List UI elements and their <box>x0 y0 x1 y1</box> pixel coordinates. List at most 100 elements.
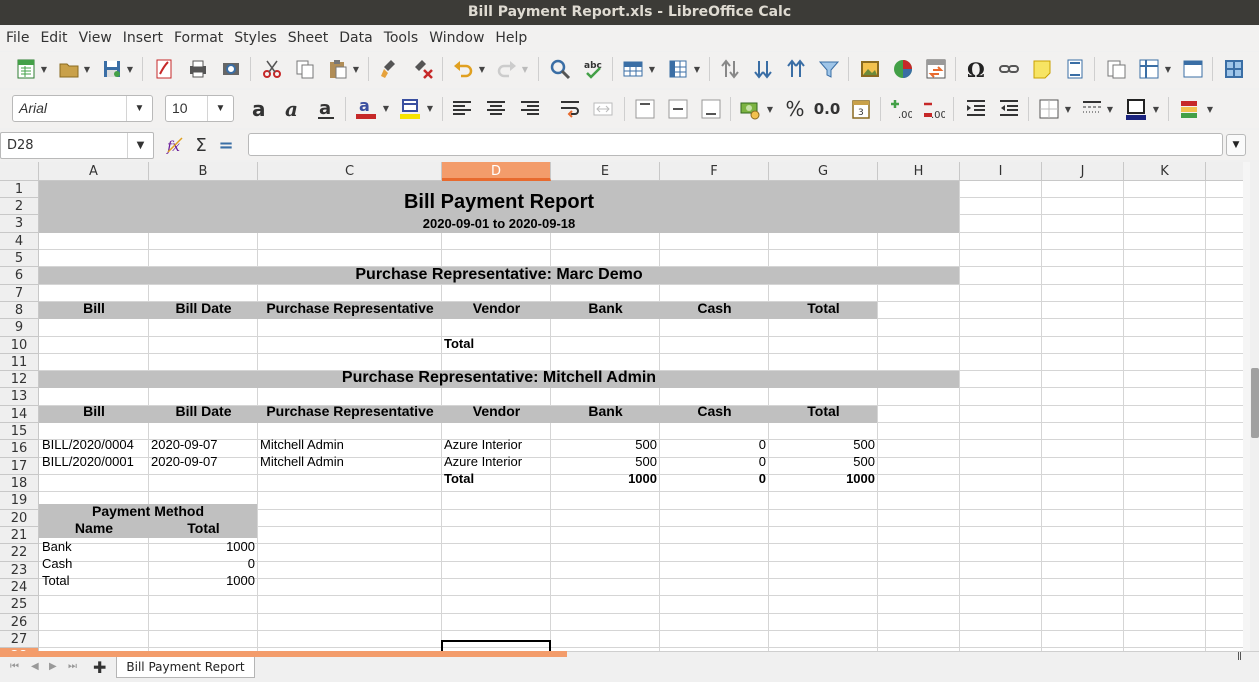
decrease-indent-icon[interactable] <box>997 97 1021 121</box>
sort-icon[interactable] <box>718 57 742 81</box>
column-header-d[interactable]: D <box>442 162 551 181</box>
vertical-scrollbar[interactable] <box>1243 162 1250 651</box>
column-header-e[interactable]: E <box>551 162 660 181</box>
pivot-table-icon[interactable] <box>924 57 948 81</box>
print-preview-icon[interactable] <box>219 57 243 81</box>
row-dropdown-icon[interactable]: ▼ <box>648 57 656 81</box>
borders-icon[interactable] <box>1037 97 1061 121</box>
row-header[interactable]: 3 <box>0 215 39 233</box>
sort-descending-icon[interactable] <box>751 57 775 81</box>
column-header-k[interactable]: K <box>1124 162 1206 181</box>
row-header[interactable]: 9 <box>0 319 39 337</box>
date-format-icon[interactable]: 3 <box>849 97 873 121</box>
row-header[interactable]: 21 <box>0 527 39 544</box>
row-header[interactable]: 1 <box>0 181 39 198</box>
last-sheet-icon[interactable]: ⏭ <box>68 661 77 672</box>
new-spreadsheet-icon[interactable] <box>14 57 38 81</box>
menu-view[interactable]: View <box>75 26 119 51</box>
column-header-b[interactable]: B <box>149 162 258 181</box>
row-header[interactable]: 26 <box>0 614 39 631</box>
percent-format-button[interactable]: % <box>783 97 807 121</box>
sidebar-icon[interactable] <box>1222 57 1246 81</box>
vertical-scrollbar-thumb[interactable] <box>1251 368 1259 438</box>
bold-icon[interactable]: a <box>248 97 272 121</box>
add-decimal-icon[interactable]: .00 <box>889 97 913 121</box>
column-header-a[interactable]: A <box>39 162 149 181</box>
row-header[interactable]: 7 <box>0 285 39 302</box>
horizontal-scrollbar-thumb[interactable] <box>0 651 567 657</box>
redo-dropdown-icon[interactable]: ▼ <box>521 57 529 81</box>
align-left-icon[interactable] <box>450 97 474 121</box>
menu-edit[interactable]: Edit <box>36 26 74 51</box>
new-dropdown-icon[interactable]: ▼ <box>40 57 48 81</box>
column-header-g[interactable]: G <box>769 162 878 181</box>
align-middle-icon[interactable] <box>666 97 690 121</box>
column-dropdown-icon[interactable]: ▼ <box>693 57 701 81</box>
open-folder-icon[interactable] <box>57 57 81 81</box>
row-header[interactable]: 20 <box>0 510 39 527</box>
align-top-icon[interactable] <box>633 97 657 121</box>
menu-data[interactable]: Data <box>335 26 379 51</box>
insert-image-icon[interactable] <box>858 57 882 81</box>
row-header[interactable]: 14 <box>0 406 39 423</box>
cut-icon[interactable] <box>260 57 284 81</box>
highlight-dropdown-icon[interactable]: ▼ <box>426 96 434 120</box>
freeze-rows-columns-icon[interactable] <box>1137 57 1161 81</box>
open-dropdown-icon[interactable]: ▼ <box>83 57 91 81</box>
menu-window[interactable]: Window <box>425 26 491 51</box>
row-header[interactable]: 10 <box>0 337 39 354</box>
wrap-text-icon[interactable] <box>558 97 582 121</box>
menu-help[interactable]: Help <box>491 26 534 51</box>
save-icon[interactable] <box>100 57 124 81</box>
formula-input[interactable] <box>248 133 1223 156</box>
paste-dropdown-icon[interactable]: ▼ <box>352 57 360 81</box>
increase-indent-icon[interactable] <box>964 97 988 121</box>
paste-icon[interactable] <box>326 57 350 81</box>
column-header-j[interactable]: J <box>1042 162 1124 181</box>
row-header[interactable]: 18 <box>0 475 39 492</box>
prev-sheet-icon[interactable]: ◀ <box>31 661 39 672</box>
special-character-icon[interactable]: Ω <box>964 57 988 81</box>
next-sheet-icon[interactable]: ▶ <box>49 661 57 672</box>
define-print-area-icon[interactable] <box>1104 57 1128 81</box>
sort-ascending-icon[interactable] <box>784 57 808 81</box>
row-header[interactable]: 13 <box>0 388 39 406</box>
number-format-button[interactable]: 0.0 <box>814 97 841 121</box>
align-center-icon[interactable] <box>484 97 508 121</box>
freeze-dropdown-icon[interactable]: ▼ <box>1164 57 1172 81</box>
row-header[interactable]: 27 <box>0 631 39 648</box>
border-color-icon[interactable] <box>1124 97 1148 121</box>
undo-dropdown-icon[interactable]: ▼ <box>478 57 486 81</box>
border-style-dropdown-icon[interactable]: ▼ <box>1106 97 1114 121</box>
function-wizard-icon[interactable]: fx <box>164 133 188 157</box>
name-box[interactable]: D28 ▼ <box>0 132 154 159</box>
menu-format[interactable]: Format <box>170 26 230 51</box>
headers-footers-icon[interactable] <box>1063 57 1087 81</box>
column-header-h[interactable]: H <box>878 162 960 181</box>
row-header[interactable]: 5 <box>0 250 39 267</box>
first-sheet-icon[interactable]: ⏮ <box>10 661 19 672</box>
insert-chart-icon[interactable] <box>891 57 915 81</box>
save-dropdown-icon[interactable]: ▼ <box>126 57 134 81</box>
clone-formatting-icon[interactable] <box>378 57 402 81</box>
font-color-icon[interactable]: a <box>354 96 378 120</box>
align-bottom-icon[interactable] <box>699 97 723 121</box>
sheet-tab-bill-payment-report[interactable]: Bill Payment Report <box>116 656 255 678</box>
split-window-icon[interactable] <box>1181 57 1205 81</box>
align-right-icon[interactable] <box>518 97 542 121</box>
select-all-corner[interactable] <box>0 162 39 181</box>
underline-icon[interactable]: a <box>314 97 338 121</box>
find-replace-icon[interactable] <box>548 57 572 81</box>
active-cell-cursor[interactable] <box>441 640 551 651</box>
highlight-color-icon[interactable] <box>398 96 422 120</box>
row-header[interactable]: 23 <box>0 562 39 579</box>
font-size-combo[interactable]: 10 ▼ <box>165 95 234 122</box>
row-header[interactable]: 8 <box>0 302 39 319</box>
column-header-i[interactable]: I <box>960 162 1042 181</box>
row-header[interactable]: 12 <box>0 371 39 388</box>
copy-icon[interactable] <box>293 57 317 81</box>
menu-file[interactable]: File <box>2 26 36 51</box>
italic-icon[interactable]: a <box>281 97 305 121</box>
row-header[interactable]: 6 <box>0 267 39 285</box>
redo-icon[interactable] <box>495 57 519 81</box>
